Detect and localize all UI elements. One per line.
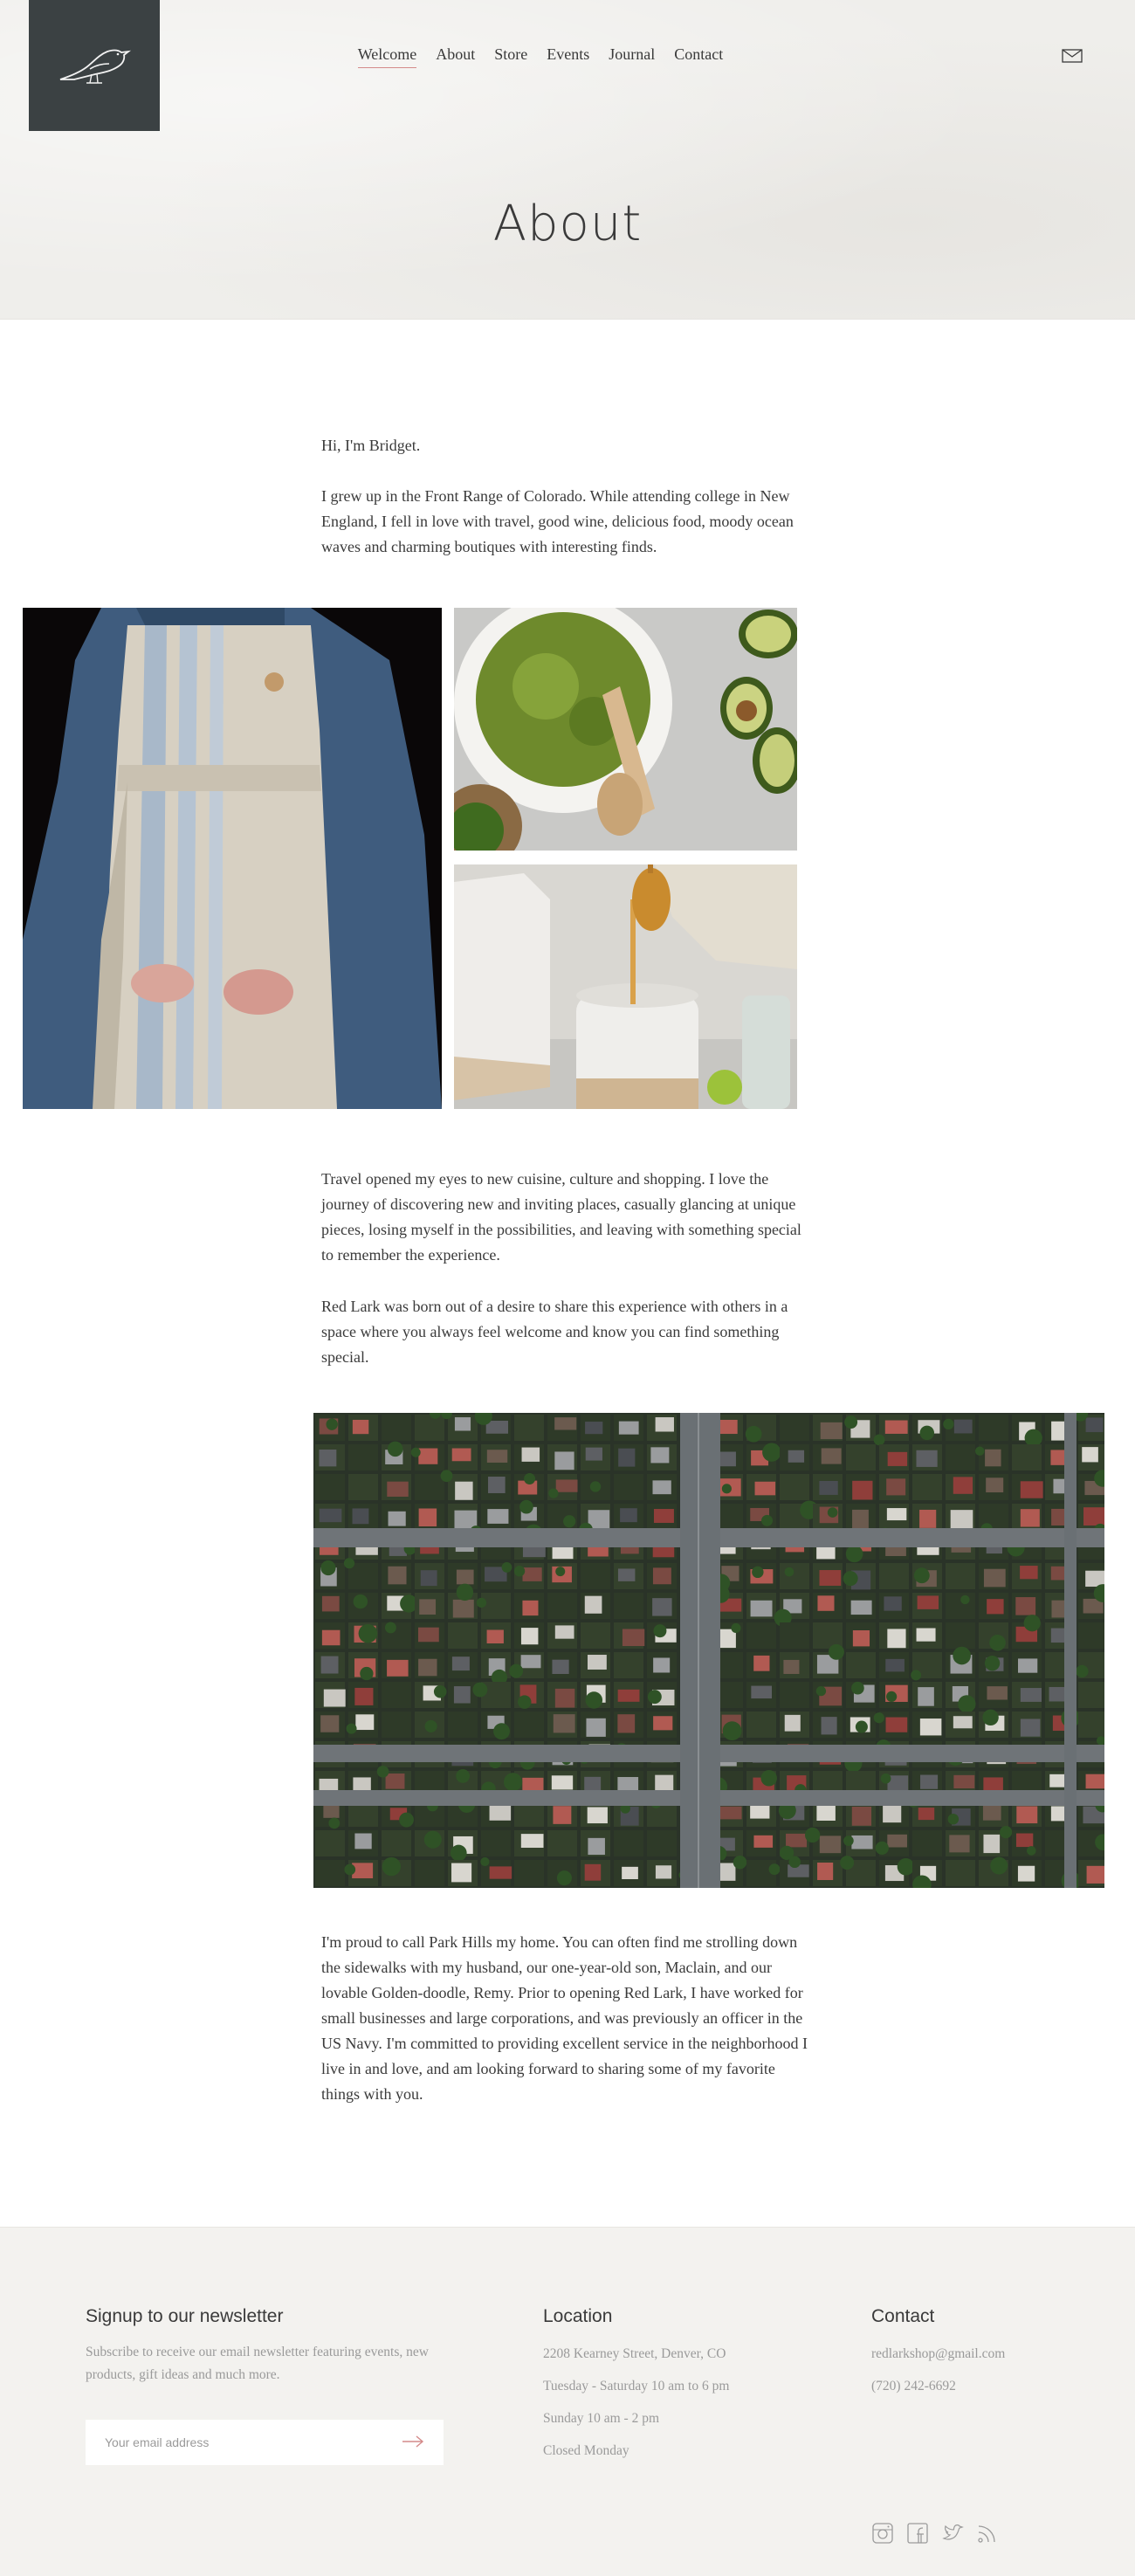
honey-jar-photo [454,864,797,1109]
nav-item-journal[interactable]: Journal [609,45,655,68]
page-header: Welcome About Store Events Journal Conta… [0,0,1135,320]
site-footer: Signup to our newsletter Subscribe to re… [0,2227,1135,2576]
social-links [871,2522,999,2545]
intro-greeting: Hi, I'm Bridget. [321,437,421,454]
contact-phone-link[interactable]: (720) 242-6692 [871,2375,956,2398]
newsletter-text: Subscribe to receive our email newslette… [86,2345,429,2382]
hours-monday: Closed Monday [543,2443,629,2458]
twitter-icon[interactable] [941,2522,964,2545]
email-input[interactable] [105,2435,384,2449]
newsletter-heading: Signup to our newsletter [86,2306,284,2326]
location-heading: Location [543,2306,613,2326]
nav-item-about[interactable]: About [436,45,475,68]
nav-item-contact[interactable]: Contact [674,45,723,68]
location-address: 2208 Kearney Street, Denver, CO [543,2346,726,2361]
contact-email-link[interactable]: redlarkshop@gmail.com [871,2343,1005,2366]
red-lark-paragraph: Red Lark was born out of a desire to sha… [321,1298,788,1366]
aerial-neighborhood-photo [313,1413,1104,1888]
rss-icon[interactable] [976,2522,999,2545]
hours-sunday: Sunday 10 am - 2 pm [543,2411,660,2426]
page-title: About [492,196,643,252]
envelope-icon[interactable] [1061,47,1083,65]
contact-heading: Contact [871,2306,935,2326]
hours-tue-sat: Tuesday - Saturday 10 am to 6 pm [543,2379,730,2393]
apron-photo [23,608,442,1109]
nav-item-events[interactable]: Events [547,45,589,68]
guacamole-photo [454,608,797,851]
arrow-right-icon[interactable] [402,2435,424,2451]
home-paragraph: I'm proud to call Park Hills my home. Yo… [321,1933,808,2103]
travel-paragraph: Travel opened my eyes to new cuisine, cu… [321,1170,801,1264]
nav-item-store[interactable]: Store [494,45,527,68]
newsletter-form [86,2420,444,2465]
intro-paragraph: I grew up in the Front Range of Colorado… [321,487,794,555]
instagram-icon[interactable] [871,2522,894,2545]
main-nav: Welcome About Store Events Journal Conta… [0,45,1135,68]
about-content: Hi, I'm Bridget. I grew up in the Front … [0,320,1135,2227]
facebook-icon[interactable] [906,2522,929,2545]
nav-item-welcome[interactable]: Welcome [357,45,417,68]
